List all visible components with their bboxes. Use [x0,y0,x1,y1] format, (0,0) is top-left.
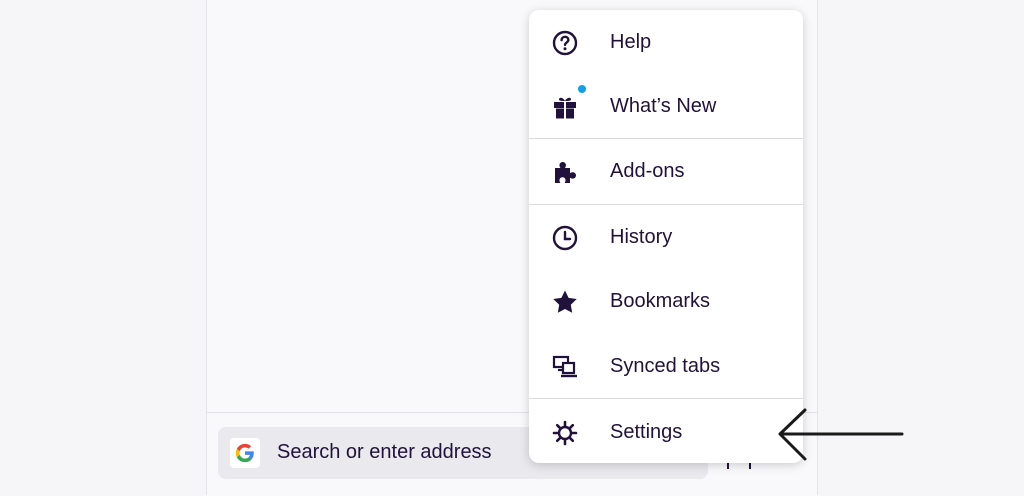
star-icon [553,290,577,313]
clock-icon [552,225,578,251]
menu-item-label: Settings [610,421,683,443]
puzzle-piece-icon [555,162,576,183]
menu-item-whats-new[interactable]: What’s New [529,75,803,139]
menu-item-label: Bookmarks [610,290,711,312]
menu-item-help[interactable]: Help [529,11,803,75]
menu-item-synced-tabs[interactable]: Synced tabs [529,335,803,399]
menu-item-history[interactable]: History [529,206,803,270]
menu-item-label: Help [610,31,652,53]
help-circle-icon [552,30,578,56]
main-menu: Help What’s New Add-ons History Bookmark… [529,10,803,463]
menu-item-settings[interactable]: Settings [529,401,803,465]
menu-item-label: Synced tabs [610,355,721,377]
menu-divider [529,204,803,205]
gift-icon [554,97,576,119]
menu-item-label: Add-ons [610,160,685,182]
google-g-icon [230,438,260,468]
menu-divider [529,138,803,139]
menu-divider [529,398,803,399]
menu-item-bookmarks[interactable]: Bookmarks [529,270,803,334]
gear-icon [552,420,578,446]
synced-devices-icon [552,355,577,378]
arrow-left-icon [778,408,904,461]
menu-item-label: History [610,226,673,248]
menu-item-label: What’s New [610,95,717,117]
address-placeholder: Search or enter address [277,441,492,463]
notification-dot [578,85,586,93]
menu-item-add-ons[interactable]: Add-ons [529,140,803,204]
